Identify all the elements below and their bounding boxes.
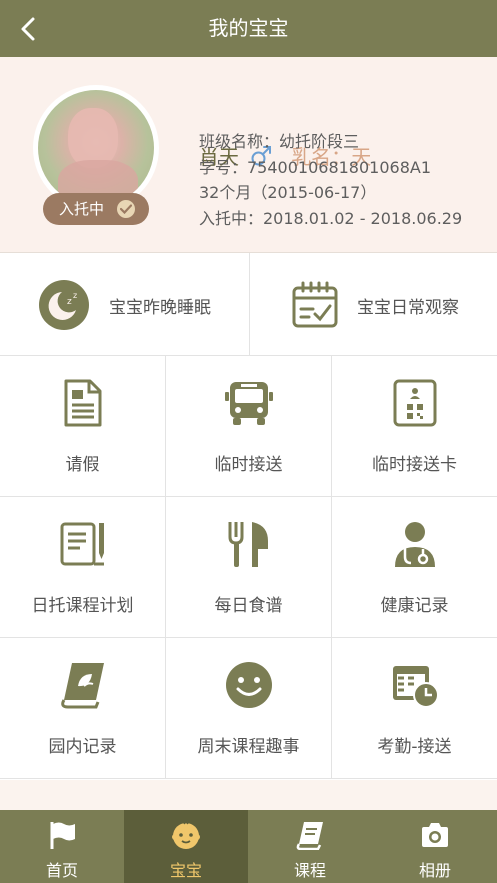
tab-album-label: 相册 (418, 861, 451, 880)
temp-pickup-button[interactable]: 临时接送 (166, 356, 332, 497)
health-record-label: 健康记录 (380, 596, 449, 616)
daily-menu-button[interactable]: 每日食谱 (166, 497, 332, 638)
attendance-pickup-button[interactable]: 考勤-接送 (332, 638, 497, 779)
page-title: 我的宝宝 (208, 16, 289, 40)
student-id-text: 学号：7540010681801068A1 (199, 158, 432, 177)
campus-record-label: 园内记录 (48, 737, 117, 757)
tab-album[interactable]: 相册 (373, 810, 497, 883)
id-card-icon (390, 378, 440, 428)
bus-icon (224, 378, 274, 428)
smile-icon (224, 660, 274, 710)
top-bar: 我的宝宝 (0, 0, 497, 57)
document-icon (58, 378, 108, 428)
svg-text:z: z (73, 291, 77, 300)
doctor-icon (390, 519, 440, 569)
enrollment-period-text: 入托中：2018.01.02 - 2018.06.29 (199, 209, 463, 228)
calendar-clock-icon (390, 660, 440, 710)
status-badge-label: 入托中 (59, 200, 105, 218)
tab-baby[interactable]: 宝宝 (124, 810, 248, 883)
attendance-pickup-label: 考勤-接送 (377, 737, 452, 757)
tab-courses[interactable]: 课程 (248, 810, 372, 883)
leave-request-label: 请假 (65, 455, 100, 475)
weekend-course-label: 周末课程趣事 (197, 737, 300, 757)
svg-text:z: z (67, 297, 72, 307)
tab-baby-label: 宝宝 (169, 861, 202, 880)
sleep-record-button[interactable]: z z 宝宝昨晚睡眠 (0, 253, 248, 356)
check-icon (117, 200, 135, 218)
course-plan-button[interactable]: 日托课程计划 (0, 497, 166, 638)
sleep-record-label: 宝宝昨晚睡眠 (109, 298, 211, 318)
quick-actions-row: z z 宝宝昨晚睡眠 宝宝日常观察 (0, 253, 497, 356)
temp-pickup-label: 临时接送 (214, 455, 283, 475)
temp-pickup-card-label: 临时接送卡 (372, 455, 457, 475)
camera-icon (420, 820, 450, 850)
bottom-spacer (0, 780, 497, 810)
temp-pickup-card-button[interactable]: 临时接送卡 (332, 356, 497, 497)
daily-menu-label: 每日食谱 (214, 596, 283, 616)
daily-observation-button[interactable]: 宝宝日常观察 (249, 253, 497, 356)
leave-request-button[interactable]: 请假 (0, 356, 166, 497)
books-icon (295, 820, 325, 851)
weekend-course-button[interactable]: 周末课程趣事 (166, 638, 332, 779)
book-icon (58, 660, 108, 710)
age-text: 32个月（2015-06-17） (199, 183, 377, 202)
calendar-observe-icon (289, 279, 341, 331)
health-record-button[interactable]: 健康记录 (332, 497, 497, 638)
status-badge: 入托中 (43, 193, 149, 225)
daily-observation-label: 宝宝日常观察 (357, 298, 459, 318)
fork-knife-icon (224, 519, 274, 569)
avatar (38, 90, 154, 206)
feature-grid: 请假 临时接送 临时接送卡 日托课程计划 每日食谱 健康记录 园内记录 周末课程… (0, 356, 497, 780)
notebook-pen-icon (58, 519, 108, 569)
tab-home[interactable]: 首页 (0, 810, 124, 883)
baby-icon (171, 820, 201, 850)
campus-record-button[interactable]: 园内记录 (0, 638, 166, 779)
class-name-text: 班级名称：幼托阶段三 (199, 132, 360, 151)
bottom-tab-bar: 首页 宝宝 课程 相册 (0, 810, 497, 883)
moon-sleep-icon: z z (38, 279, 90, 331)
baby-profile-card: 入托中 肖天 乳名：天 班级名称：幼托阶段三 学号：75400106818010… (0, 57, 497, 253)
tab-courses-label: 课程 (293, 861, 326, 880)
flag-icon (47, 820, 77, 850)
tab-home-label: 首页 (45, 861, 78, 880)
course-plan-label: 日托课程计划 (31, 596, 134, 616)
